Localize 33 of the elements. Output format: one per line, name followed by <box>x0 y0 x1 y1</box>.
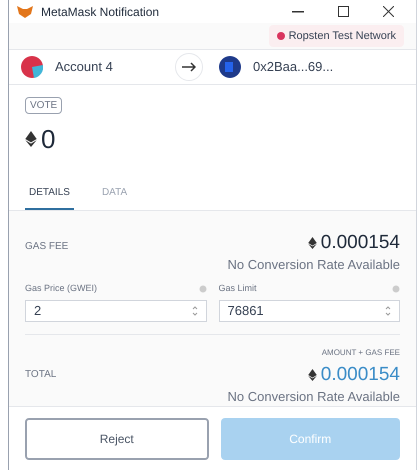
info-icon <box>198 285 206 294</box>
stepper-icon <box>192 304 198 317</box>
recipient-address: 0x2Baa...69... <box>253 58 334 76</box>
gas-fee-amount: 0.000154 <box>320 231 400 255</box>
ethereum-icon <box>308 368 317 381</box>
field-label: Gas Limit <box>218 282 257 296</box>
fox-icon <box>17 6 33 18</box>
number-field[interactable]: 2 <box>25 300 206 322</box>
number-field[interactable]: 76861 <box>218 300 400 322</box>
account-avatar-icon <box>21 56 43 78</box>
total-conversion: No Conversion Rate Available <box>228 388 400 406</box>
stepper-icon <box>385 304 391 317</box>
account-name: Account 4 <box>55 58 114 76</box>
total-amount: 0.000154 <box>320 362 400 387</box>
network-indicator[interactable]: Ropsten Test Network <box>268 24 404 48</box>
maximize-icon <box>338 6 348 18</box>
window-title: MetaMask Notification <box>41 4 160 21</box>
close-icon <box>382 6 394 18</box>
gas-fee-conversion: No Conversion Rate Available <box>228 256 400 274</box>
ethereum-icon <box>25 131 37 148</box>
field-label: Gas Price (GWEI) <box>25 282 98 296</box>
reject-button[interactable]: Reject <box>25 418 208 460</box>
minimize-icon <box>292 10 304 13</box>
method-badge: VOTE <box>25 97 62 114</box>
network-label: Ropsten Test Network <box>288 28 396 44</box>
right-arrow-icon <box>182 62 196 72</box>
total-label: TOTAL <box>25 368 56 382</box>
ethereum-icon <box>308 237 317 250</box>
amount-value: 0 <box>41 126 56 152</box>
info-icon <box>392 285 400 294</box>
gas-fee-label: GAS FEE <box>25 240 68 254</box>
total-caption: AMOUNT + GAS FEE <box>322 346 400 359</box>
recipient-avatar-icon <box>219 56 241 78</box>
